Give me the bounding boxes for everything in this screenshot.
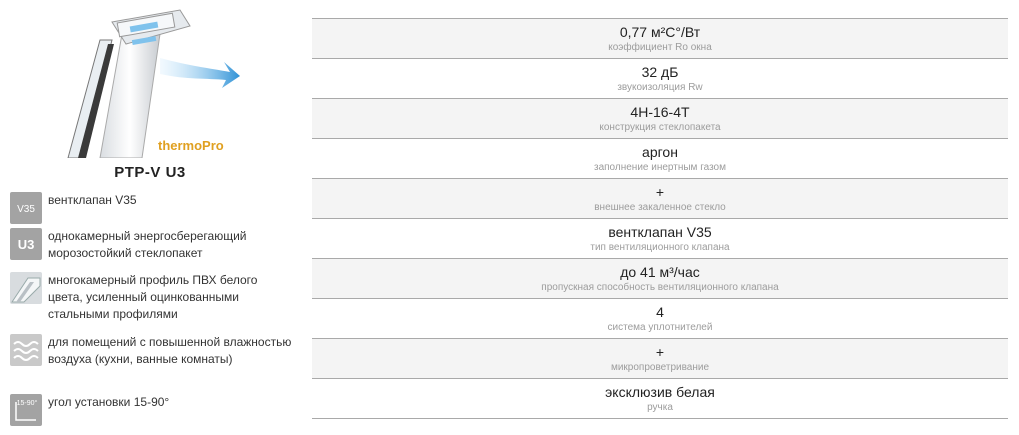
thermopro-logo: thermoPro	[158, 138, 224, 153]
spec-label: пропускная способность вентиляционного к…	[541, 281, 779, 293]
spec-row: эксклюзив белая ручка	[312, 379, 1008, 419]
airflow-arrow	[160, 58, 240, 88]
spec-value: +	[655, 183, 665, 200]
profile-section-icon	[10, 272, 42, 304]
v35-badge-icon: V35	[10, 192, 42, 224]
spec-label: коэффициент Ro окна	[608, 41, 712, 53]
spec-label: тип вентиляционного клапана	[590, 241, 730, 253]
feature-item-glass-unit: U3 однокамерный энергосберегающий морозо…	[10, 228, 293, 262]
spec-value: +	[655, 343, 665, 360]
spec-label: ручка	[647, 401, 673, 413]
spec-label: внешнее закаленное стекло	[594, 201, 726, 213]
feature-item-angle: 15-90° угол установки 15-90°	[10, 394, 293, 426]
spec-label: система уплотнителей	[607, 321, 713, 333]
spec-row: 4Н-16-4Т конструкция стеклопакета	[312, 99, 1008, 139]
feature-item-ventilation: V35 вентклапан V35	[10, 192, 293, 224]
specs-table: 0,77 м²С°/Вт коэффициент Ro окна 32 дБ з…	[312, 18, 1008, 419]
spec-row: 0,77 м²С°/Вт коэффициент Ro окна	[312, 19, 1008, 59]
product-panel: thermoPro PTP-V U3 V35 вентклапан V35 U3…	[0, 0, 300, 435]
spec-label: конструкция стеклопакета	[599, 121, 721, 133]
feature-text: однокамерный энергосберегающий морозосто…	[48, 229, 247, 260]
spec-value: 4Н-16-4Т	[630, 103, 690, 120]
window-profile-illustration: thermoPro	[67, 9, 240, 159]
spec-label: заполнение инертным газом	[593, 161, 726, 173]
spec-label: звукоизоляция Rw	[617, 81, 703, 93]
feature-item-humidity: для помещений с повышенной влажностью во…	[10, 334, 293, 368]
spec-row: + внешнее закаленное стекло	[312, 179, 1008, 219]
feature-item-profile: многокамерный профиль ПВХ белого цвета, …	[10, 272, 293, 323]
spec-value: эксклюзив белая	[605, 383, 715, 400]
spec-value: 0,77 м²С°/Вт	[619, 23, 701, 40]
product-image: thermoPro	[60, 0, 240, 159]
spec-row: 32 дБ звукоизоляция Rw	[312, 59, 1008, 99]
spec-value: вентклапан V35	[608, 223, 712, 240]
spec-value: 4	[656, 303, 664, 320]
spec-label: микропроветривание	[610, 361, 710, 373]
feature-text: вентклапан V35	[48, 193, 137, 207]
product-name: PTP-V U3	[114, 164, 186, 181]
spec-row: вентклапан V35 тип вентиляционного клапа…	[312, 219, 1008, 259]
feature-text: многокамерный профиль ПВХ белого цвета, …	[48, 273, 258, 321]
spec-value: до 41 м³/час	[620, 263, 700, 280]
spec-row: аргон заполнение инертным газом	[312, 139, 1008, 179]
feature-text: угол установки 15-90°	[48, 395, 170, 409]
svg-text:15-90°: 15-90°	[17, 399, 38, 407]
u3-badge-icon: U3	[10, 228, 42, 260]
humidity-waves-icon	[10, 334, 42, 366]
spec-row: 4 система уплотнителей	[312, 299, 1008, 339]
spec-row: + микропроветривание	[312, 339, 1008, 379]
svg-text:U3: U3	[18, 237, 35, 252]
svg-text:V35: V35	[17, 204, 35, 215]
feature-text: для помещений с повышенной влажностью во…	[48, 335, 292, 366]
spec-value: 32 дБ	[641, 63, 679, 80]
spec-value: аргон	[642, 143, 678, 160]
angle-15-90-icon: 15-90°	[10, 394, 42, 426]
spec-row: до 41 м³/час пропускная способность вент…	[312, 259, 1008, 299]
